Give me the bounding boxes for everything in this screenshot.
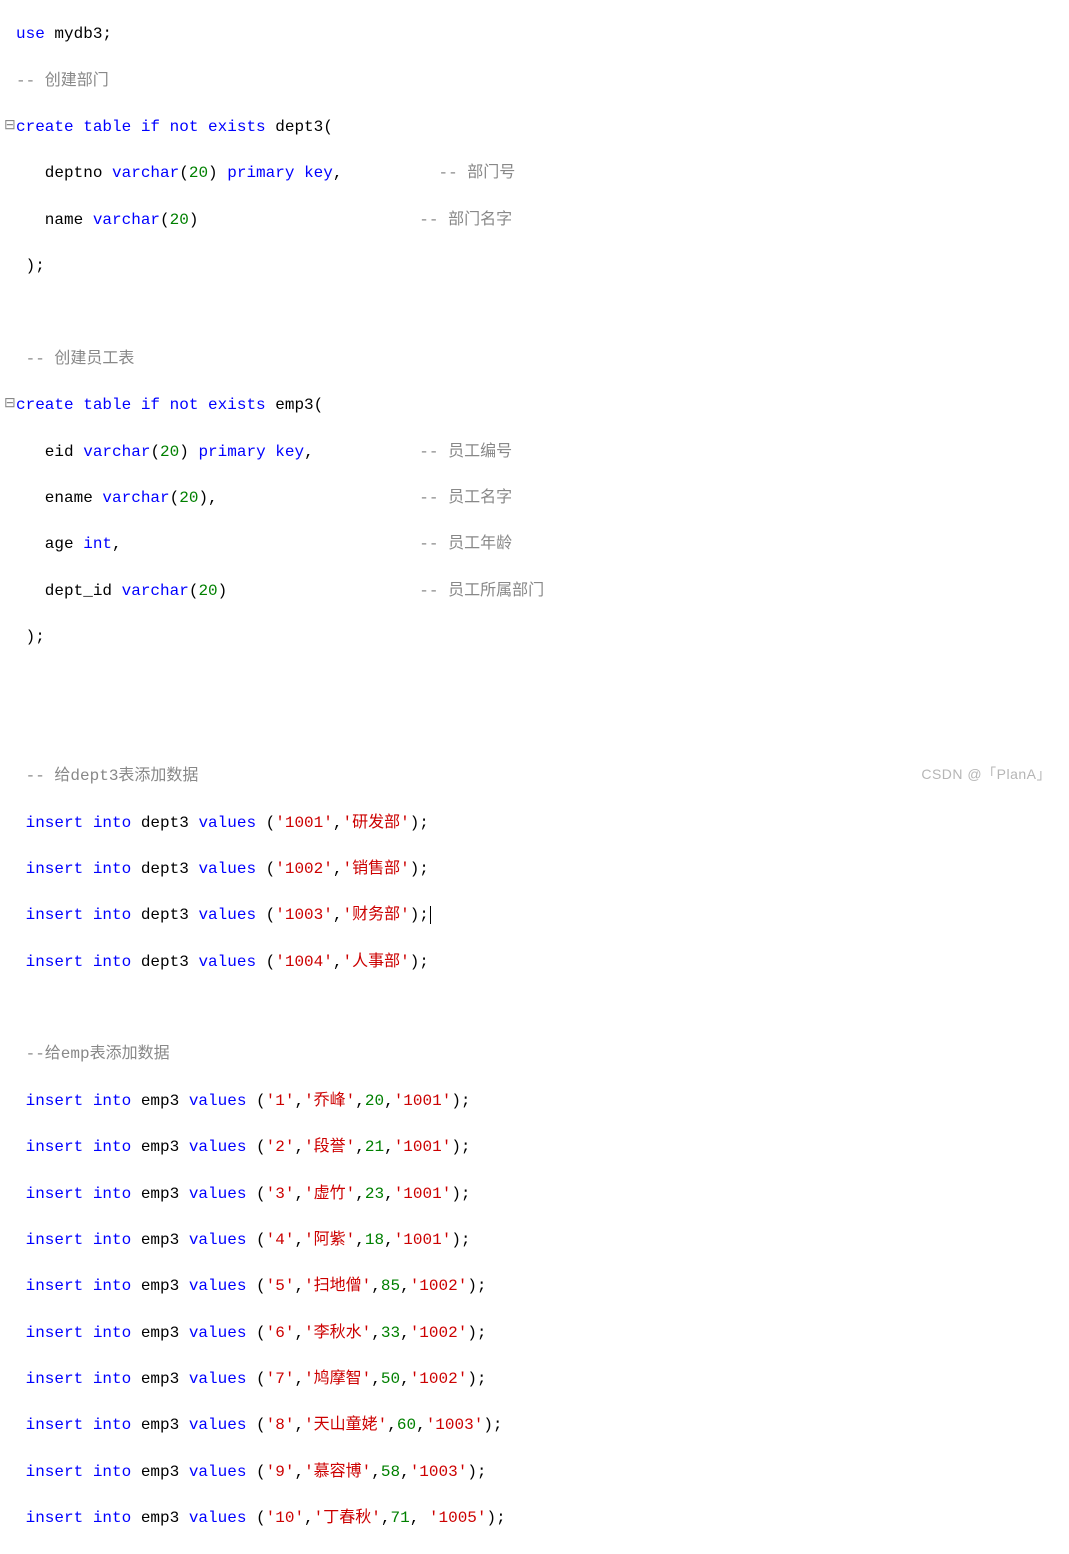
code-line: insert into emp3 values ('10','丁春秋',71, …: [4, 1507, 1069, 1530]
gutter: [4, 672, 16, 692]
gutter: [4, 1461, 16, 1481]
code-line: insert into emp3 values ('5','扫地僧',85,'1…: [4, 1275, 1069, 1298]
gutter: [4, 209, 16, 229]
code-line: );: [4, 626, 1069, 649]
keyword: use: [16, 25, 45, 43]
code-line: deptno varchar(20) primary key, -- 部门号: [4, 162, 1069, 185]
code-line: insert into dept3 values ('1004','人事部');: [4, 951, 1069, 974]
gutter: [4, 1090, 16, 1110]
code-line: eid varchar(20) primary key, -- 员工编号: [4, 441, 1069, 464]
code-line: insert into emp3 values ('7','鸠摩智',50,'1…: [4, 1368, 1069, 1391]
gutter: [4, 1507, 16, 1527]
gutter: [4, 70, 16, 90]
code-line: [4, 672, 1069, 695]
fold-icon[interactable]: ⊟: [4, 394, 16, 414]
code-line: insert into emp3 values ('4','阿紫',18,'10…: [4, 1229, 1069, 1252]
comment: -- 创建部门: [16, 72, 109, 90]
gutter: [4, 765, 16, 785]
gutter: [4, 580, 16, 600]
code-line: insert into dept3 values ('1001','研发部');: [4, 812, 1069, 835]
gutter: [4, 487, 16, 507]
code-line: --给emp表添加数据: [4, 1043, 1069, 1066]
gutter: [4, 1368, 16, 1388]
code-line: [4, 997, 1069, 1020]
code-line: insert into emp3 values ('2','段誉',21,'10…: [4, 1136, 1069, 1159]
gutter: [4, 23, 16, 43]
gutter: [4, 951, 16, 971]
gutter: [4, 533, 16, 553]
gutter: [4, 1275, 16, 1295]
gutter: [4, 441, 16, 461]
gutter: [4, 301, 16, 321]
code-line: -- 创建员工表: [4, 348, 1069, 371]
gutter: [4, 348, 16, 368]
gutter: [4, 719, 16, 739]
gutter: [4, 1183, 16, 1203]
code-line: insert into emp3 values ('9','慕容博',58,'1…: [4, 1461, 1069, 1484]
gutter: [4, 858, 16, 878]
code-line: [4, 719, 1069, 742]
code-line: ⊟create table if not exists emp3(: [4, 394, 1069, 417]
watermark-text: CSDN @「PlanA」: [921, 764, 1051, 784]
gutter: [4, 1043, 16, 1063]
gutter: [4, 1414, 16, 1434]
code-line: name varchar(20) -- 部门名字: [4, 209, 1069, 232]
code-line: use mydb3;: [4, 23, 1069, 46]
gutter: [4, 812, 16, 832]
code-line: dept_id varchar(20) -- 员工所属部门: [4, 580, 1069, 603]
text-cursor: [430, 906, 431, 924]
fold-icon[interactable]: ⊟: [4, 116, 16, 136]
gutter: [4, 1322, 16, 1342]
code-line: -- 创建部门: [4, 70, 1069, 93]
code-line: ename varchar(20), -- 员工名字: [4, 487, 1069, 510]
gutter: [4, 255, 16, 275]
code-line: insert into dept3 values ('1003','财务部');: [4, 904, 1069, 927]
code-line: insert into emp3 values ('6','李秋水',33,'1…: [4, 1322, 1069, 1345]
code-line: ⊟create table if not exists dept3(: [4, 116, 1069, 139]
code-line: age int, -- 员工年龄: [4, 533, 1069, 556]
code-line: insert into emp3 values ('8','天山童姥',60,'…: [4, 1414, 1069, 1437]
code-line: -- 给dept3表添加数据: [4, 765, 1069, 788]
code-line: insert into emp3 values ('3','虚竹',23,'10…: [4, 1183, 1069, 1206]
code-line: insert into dept3 values ('1002','销售部');: [4, 858, 1069, 881]
gutter: [4, 1136, 16, 1156]
code-line: );: [4, 255, 1069, 278]
code-line: [4, 301, 1069, 324]
gutter: [4, 162, 16, 182]
code-line: insert into emp3 values ('1','乔峰',20,'10…: [4, 1090, 1069, 1113]
gutter: [4, 997, 16, 1017]
gutter: [4, 904, 16, 924]
sql-code-block[interactable]: use mydb3; -- 创建部门 ⊟create table if not …: [0, 0, 1069, 1554]
gutter: [4, 1229, 16, 1249]
gutter: [4, 626, 16, 646]
